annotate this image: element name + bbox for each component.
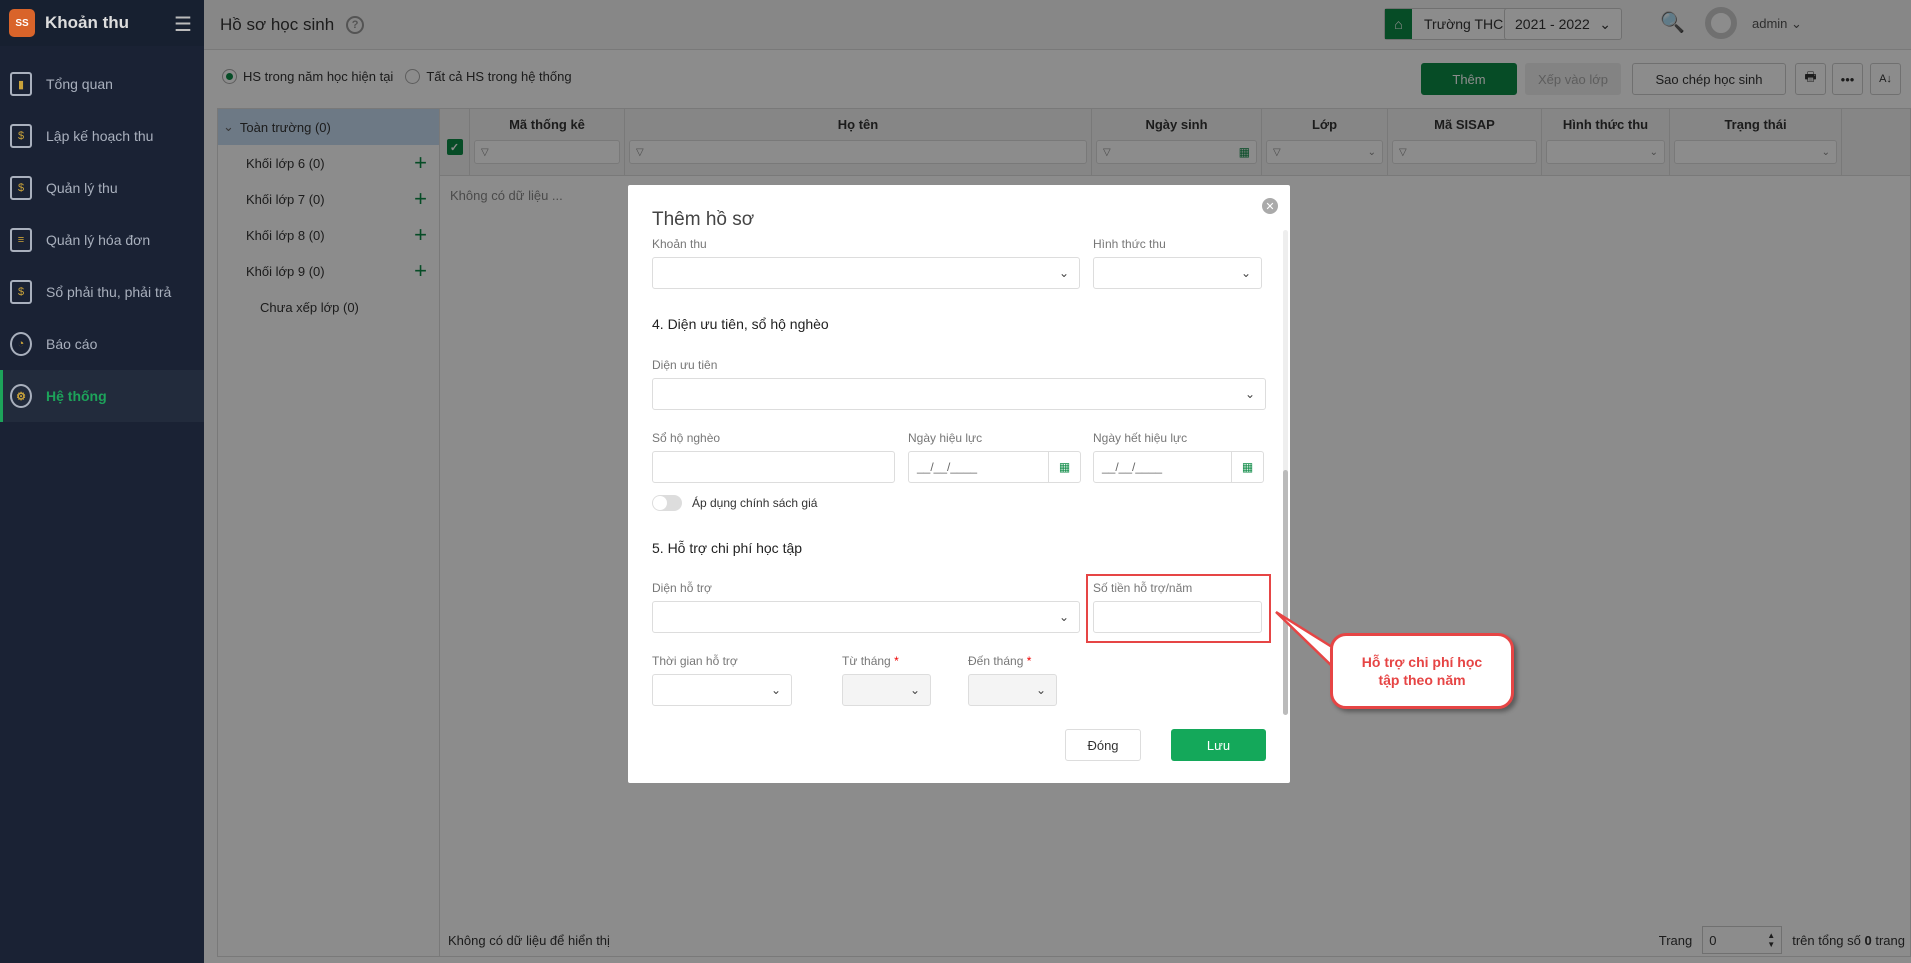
annotation-callout: Hỗ trợ chi phí học tập theo năm — [1330, 633, 1514, 709]
callout-text: Hỗ trợ chi phí học tập theo năm — [1361, 654, 1483, 688]
callout-pointer — [1275, 610, 1342, 671]
